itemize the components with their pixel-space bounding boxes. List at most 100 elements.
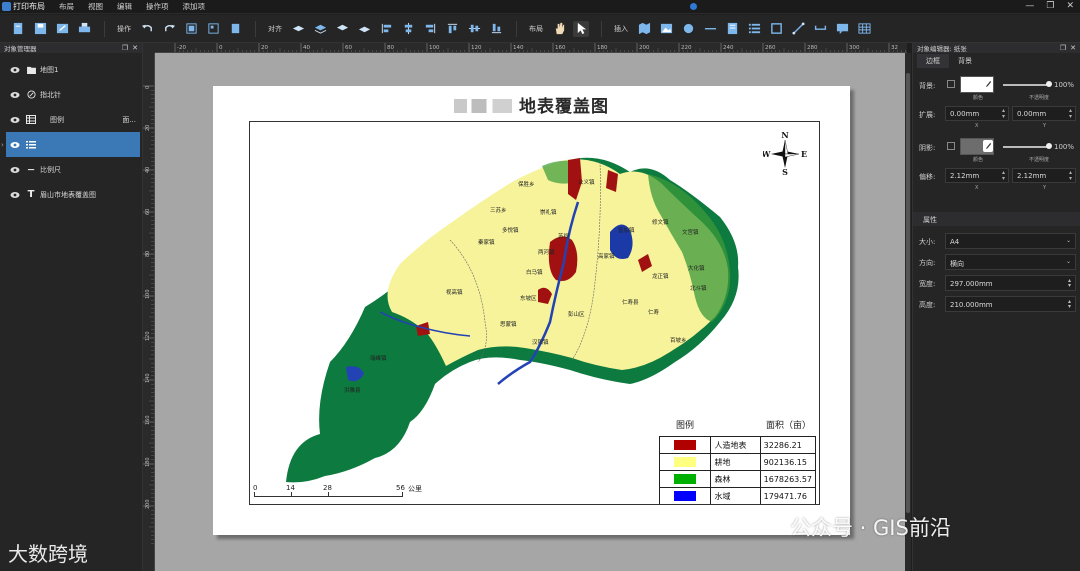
group-button[interactable] <box>183 21 199 37</box>
layout-canvas[interactable]: 地表覆盖图 保胜乡 公义镇 三苏乡 崇礼镇 多悦镇 秦家镇 两河镇 富加镇 修文… <box>155 53 907 571</box>
spinner-arrows-icon[interactable]: ▴ ▾ <box>1069 170 1072 182</box>
scale-tick <box>254 492 255 497</box>
horizontal-ruler[interactable]: -20 0 20 40 60 80 100 120 140 160 180 200 220 240 260 2… <box>155 43 907 53</box>
visibility-eye-icon[interactable] <box>10 141 20 149</box>
lower-button[interactable] <box>312 21 328 37</box>
canvas-vertical-scrollbar[interactable] <box>905 53 911 571</box>
shadow-checkbox[interactable] <box>947 142 955 150</box>
tree-item-scalebar[interactable]: 比例尺 <box>0 157 142 182</box>
visibility-eye-icon[interactable] <box>10 191 20 199</box>
add-list-button[interactable] <box>746 21 762 37</box>
height-input[interactable]: 210.000mm ▴ ▾ <box>945 296 1076 312</box>
tree-item-map[interactable]: 地图1 <box>0 57 142 82</box>
tab-background[interactable]: 背景 <box>949 54 981 68</box>
north-arrow[interactable]: N S W E <box>763 130 807 176</box>
add-map-button[interactable] <box>636 21 652 37</box>
add-line-button[interactable] <box>702 21 718 37</box>
paper-size-select[interactable]: A4 ⌄ <box>945 233 1076 249</box>
tree-item-list-selected[interactable]: › <box>1 132 140 157</box>
send-back-button[interactable] <box>356 21 372 37</box>
background-opacity-knob[interactable] <box>1046 81 1052 87</box>
menu-view[interactable]: 视图 <box>88 1 103 12</box>
chevron-right-icon[interactable]: › <box>1 141 4 149</box>
orientation-select[interactable]: 横向 ⌄ <box>945 254 1076 270</box>
scrollbar-thumb[interactable] <box>906 73 910 513</box>
lock-button[interactable] <box>227 21 243 37</box>
spinner-arrows-icon[interactable]: ▴ ▾ <box>1002 108 1005 120</box>
legend-value: 32286.21 <box>759 436 817 454</box>
place-label: 修文镇 <box>652 220 669 226</box>
add-ellipse-button[interactable] <box>680 21 696 37</box>
layout-page[interactable]: 地表覆盖图 保胜乡 公义镇 三苏乡 崇礼镇 多悦镇 秦家镇 两河镇 富加镇 修文… <box>213 86 850 535</box>
offset-x-input[interactable]: 2.12mm ▴ ▾ <box>945 168 1009 183</box>
tree-item-legend[interactable]: 图例 面... <box>0 107 142 132</box>
bring-front-button[interactable] <box>334 21 350 37</box>
align-bottom-button[interactable] <box>488 21 504 37</box>
spinner-arrows-icon[interactable]: ▴ ▾ <box>1068 299 1071 310</box>
place-label: 三苏乡 <box>490 208 507 214</box>
expand-x-input[interactable]: 0.00mm ▴ ▾ <box>945 106 1009 121</box>
float-panel-icon[interactable]: ❐ <box>122 44 128 52</box>
tree-item-title-text[interactable]: T 眉山市地表覆盖图 <box>0 182 142 207</box>
close-button[interactable]: ✕ <box>1066 1 1074 11</box>
vertical-ruler[interactable]: 0 20 40 60 80 100 120 140 160 180 200 <box>143 53 155 571</box>
eyedropper-icon[interactable] <box>983 140 993 152</box>
scalebar[interactable]: 0 14 28 56 公里 <box>253 484 424 502</box>
add-polyline-button[interactable] <box>790 21 806 37</box>
ungroup-button[interactable] <box>205 21 221 37</box>
menu-edit[interactable]: 编辑 <box>117 1 132 12</box>
tab-border[interactable]: 边框 <box>917 54 949 68</box>
shadow-opacity-slider[interactable] <box>1003 146 1049 148</box>
add-label-button[interactable] <box>834 21 850 37</box>
undo-button[interactable] <box>139 21 155 37</box>
menu-operations[interactable]: 操作项 <box>146 1 169 12</box>
map-frame[interactable]: 保胜乡 公义镇 三苏乡 崇礼镇 多悦镇 秦家镇 两河镇 富加镇 修文镇 文宫镇 … <box>249 121 820 505</box>
close-panel-icon[interactable]: ✕ <box>132 44 138 52</box>
pan-tool-button[interactable] <box>551 21 567 37</box>
save-button[interactable] <box>32 21 48 37</box>
shadow-opacity-knob[interactable] <box>1046 143 1052 149</box>
width-input[interactable]: 297.000mm ▴ ▾ <box>945 275 1076 291</box>
legend-table[interactable]: 人造地表 32286.21 耕地 902136.15 森林 1678263.57 <box>658 436 817 504</box>
tree-item-north-arrow[interactable]: 指北针 <box>0 82 142 107</box>
add-picture-button[interactable] <box>658 21 674 37</box>
menu-add-item[interactable]: 添加项 <box>183 1 206 12</box>
add-scalebar-button[interactable] <box>812 21 828 37</box>
place-label: 百坡乡 <box>670 338 687 344</box>
spinner-arrows-icon[interactable]: ▴ ▾ <box>1068 278 1071 289</box>
eyedropper-icon[interactable] <box>983 78 993 90</box>
align-top-button[interactable] <box>444 21 460 37</box>
align-left-button[interactable] <box>378 21 394 37</box>
new-layout-button[interactable] <box>10 21 26 37</box>
menu-layout[interactable]: 布局 <box>59 1 74 12</box>
expand-label: 扩展: <box>919 111 936 119</box>
minimize-button[interactable]: — <box>1025 1 1034 11</box>
list-icon <box>26 140 36 149</box>
visibility-eye-icon[interactable] <box>10 166 20 174</box>
background-opacity-slider[interactable] <box>1003 84 1049 86</box>
legend-swatch-cell <box>658 453 712 471</box>
print-button[interactable] <box>76 21 92 37</box>
visibility-eye-icon[interactable] <box>10 91 20 99</box>
select-tool-button[interactable] <box>573 20 589 37</box>
offset-y-input[interactable]: 2.12mm ▴ ▾ <box>1012 168 1076 183</box>
close-panel-icon[interactable]: ✕ <box>1070 44 1076 52</box>
spinner-arrows-icon[interactable]: ▴ ▾ <box>1069 108 1072 120</box>
map-title[interactable]: 地表覆盖图 <box>213 92 850 117</box>
expand-y-input[interactable]: 0.00mm ▴ ▾ <box>1012 106 1076 121</box>
add-rectangle-button[interactable] <box>768 21 784 37</box>
add-table-button[interactable] <box>856 21 872 37</box>
float-panel-icon[interactable]: ❐ <box>1060 44 1066 52</box>
background-checkbox[interactable] <box>947 80 955 88</box>
raise-button[interactable] <box>290 21 306 37</box>
redo-button[interactable] <box>161 21 177 37</box>
add-legend-button[interactable] <box>724 21 740 37</box>
align-right-button[interactable] <box>422 21 438 37</box>
align-center-button[interactable] <box>400 21 416 37</box>
visibility-eye-icon[interactable] <box>10 66 20 74</box>
visibility-eye-icon[interactable] <box>10 116 20 124</box>
spinner-arrows-icon[interactable]: ▴ ▾ <box>1002 170 1005 182</box>
restore-button[interactable]: ❐ <box>1046 1 1054 11</box>
align-middle-button[interactable] <box>466 21 482 37</box>
export-button[interactable] <box>54 21 70 37</box>
